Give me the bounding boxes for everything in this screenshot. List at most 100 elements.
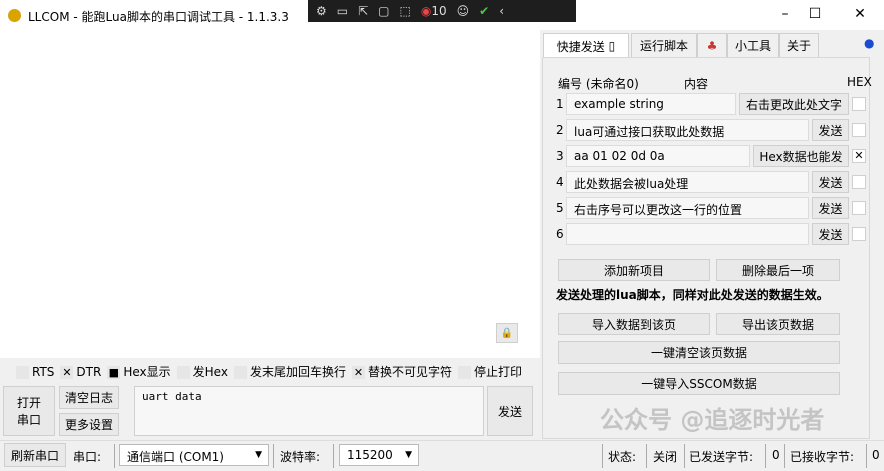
record-icon[interactable]: ▭	[337, 4, 348, 18]
checkbox-box[interactable]	[16, 365, 29, 379]
row-send-button[interactable]: 发送	[812, 171, 849, 193]
row-number[interactable]: 3	[556, 149, 566, 163]
tab-label: 关于	[786, 39, 811, 53]
row-input[interactable]	[566, 223, 809, 245]
lock-scroll-button[interactable]: 🔒	[496, 323, 518, 343]
quick-send-row: 3 aa 01 02 0d 0a Hex数据也能发 ✕	[556, 145, 868, 167]
window-icon[interactable]: ▢	[378, 4, 389, 18]
globe-icon[interactable]: ●	[864, 36, 874, 50]
tab-quick-send[interactable]: 快捷发送 ▯	[543, 33, 629, 58]
tab-about[interactable]: 关于	[779, 33, 819, 58]
tab-extras[interactable]: ♣	[697, 33, 727, 58]
import-sscom-button[interactable]: 一键导入SSCOM数据	[558, 372, 840, 395]
append-crlf-checkbox[interactable]: 发末尾加回车换行	[233, 363, 346, 380]
minimize-button[interactable]: –	[770, 6, 800, 22]
send-hex-checkbox[interactable]: 发Hex	[176, 363, 228, 380]
clear-page-button[interactable]: 一键清空该页数据	[558, 341, 840, 364]
cluster-icon: ♣	[706, 38, 718, 53]
send-button[interactable]: 发送	[487, 386, 533, 436]
watermark: 公众号 @追逐时光者	[600, 406, 825, 434]
row-number[interactable]: 2	[556, 123, 566, 137]
maximize-button[interactable]: ☐	[800, 6, 830, 22]
quick-send-row: 1 example string 右击更改此处文字	[556, 93, 868, 115]
send-textarea[interactable]: uart data	[134, 386, 484, 436]
checkbox-box[interactable]: ✕	[60, 365, 74, 379]
options-bar: RTS ✕ DTR ■ Hex显示 发Hex 发末尾加回车换行 ✕ 替换不可见字符 停…	[16, 363, 522, 380]
checkbox-label: Hex显示	[123, 365, 171, 379]
tab-label: 小工具	[734, 39, 771, 53]
row-send-button[interactable]: 发送	[812, 119, 849, 141]
app-logo-icon	[8, 9, 21, 22]
recv-label: 已接收字节:	[790, 450, 855, 464]
tab-run-script[interactable]: 运行脚本	[631, 33, 697, 58]
row-hex-checkbox[interactable]	[852, 201, 866, 215]
row-hex-checkbox[interactable]	[852, 175, 866, 189]
row-send-button[interactable]: 右击更改此处文字	[739, 93, 849, 115]
refresh-port-button[interactable]: 刷新串口	[4, 443, 66, 467]
log-area[interactable]	[0, 30, 540, 358]
checkbox-box[interactable]: ✕	[351, 366, 365, 379]
row-input[interactable]: aa 01 02 0d 0a	[566, 145, 750, 167]
baud-select[interactable]: 115200 ▼	[339, 444, 419, 466]
row-send-button[interactable]: 发送	[812, 197, 849, 219]
row-number[interactable]: 1	[556, 97, 566, 111]
replace-invisible-checkbox[interactable]: ✕ 替换不可见字符	[351, 363, 452, 380]
quick-send-row: 6 发送	[556, 223, 868, 245]
dtr-checkbox[interactable]: ✕ DTR	[60, 365, 101, 379]
more-settings-button[interactable]: 更多设置	[59, 413, 119, 436]
chevron-down-icon: ▼	[255, 450, 262, 460]
row-number[interactable]: 4	[556, 175, 566, 189]
checkbox-label: 停止打印	[474, 365, 523, 379]
rts-checkbox[interactable]: RTS	[16, 365, 54, 379]
add-item-button[interactable]: 添加新项目	[558, 259, 710, 281]
select-icon[interactable]: ⇱	[358, 4, 368, 18]
close-button[interactable]: ✕	[845, 6, 875, 22]
stop-print-checkbox[interactable]: 停止打印	[458, 363, 522, 380]
tab-label: 运行脚本	[639, 39, 688, 53]
lock-icon: 🔒	[500, 327, 514, 339]
check-icon[interactable]: ✔	[479, 4, 489, 18]
hex-display-checkbox[interactable]: ■ Hex显示	[107, 363, 171, 380]
checkbox-box[interactable]	[176, 366, 190, 379]
window-title: LLCOM - 能跑Lua脚本的串口调试工具 - 1.1.3.3	[28, 10, 289, 24]
port-select[interactable]: 通信端口 (COM1) ▼	[119, 444, 269, 466]
checkbox-box[interactable]	[233, 366, 247, 379]
clear-log-button[interactable]: 清空日志	[59, 386, 119, 409]
row-hex-checkbox[interactable]	[852, 227, 866, 241]
row-number[interactable]: 5	[556, 201, 566, 215]
row-input[interactable]: 此处数据会被lua处理	[566, 171, 809, 193]
tab-label: 快捷发送	[556, 39, 605, 54]
header-content: 内容	[684, 77, 709, 91]
region-icon[interactable]: ⬚	[400, 4, 411, 18]
row-hex-checkbox[interactable]: ✕	[852, 149, 866, 163]
import-page-button[interactable]: 导入数据到该页	[558, 313, 710, 335]
alert-icon[interactable]: ◉10	[421, 4, 447, 18]
row-send-button[interactable]: 发送	[812, 223, 849, 245]
row-input[interactable]: 右击序号可以更改这一行的位置	[566, 197, 809, 219]
header-hex: HEX	[847, 75, 872, 89]
quick-send-row: 5 右击序号可以更改这一行的位置 发送	[556, 197, 868, 219]
export-page-button[interactable]: 导出该页数据	[716, 313, 840, 335]
chevron-down-icon: ▼	[405, 450, 412, 460]
row-hex-checkbox[interactable]	[852, 97, 866, 111]
tab-tools[interactable]: 小工具	[727, 33, 779, 58]
row-input[interactable]: example string	[566, 93, 736, 115]
checkbox-label: 替换不可见字符	[367, 365, 452, 379]
baud-value: 115200	[347, 448, 393, 462]
open-port-button[interactable]: 打开 串口	[3, 386, 55, 436]
quick-send-row: 2 lua可通过接口获取此处数据 发送	[556, 119, 868, 141]
delete-last-button[interactable]: 删除最后一项	[716, 259, 840, 281]
row-send-button[interactable]: Hex数据也能发	[753, 145, 849, 167]
checkbox-label: 发末尾加回车换行	[249, 365, 346, 379]
checkbox-box[interactable]: ■	[107, 366, 121, 379]
row-input[interactable]: lua可通过接口获取此处数据	[566, 119, 809, 141]
collapse-icon[interactable]: ‹	[499, 4, 504, 18]
quick-send-row: 4 此处数据会被lua处理 发送	[556, 171, 868, 193]
capture-icon[interactable]: ⚙	[316, 4, 327, 18]
accessibility-icon[interactable]: ☺	[457, 4, 470, 18]
row-number[interactable]: 6	[556, 227, 566, 241]
sent-count: 0	[772, 448, 780, 462]
sent-label: 已发送字节:	[689, 450, 754, 464]
checkbox-box[interactable]	[458, 366, 471, 379]
row-hex-checkbox[interactable]	[852, 123, 866, 137]
